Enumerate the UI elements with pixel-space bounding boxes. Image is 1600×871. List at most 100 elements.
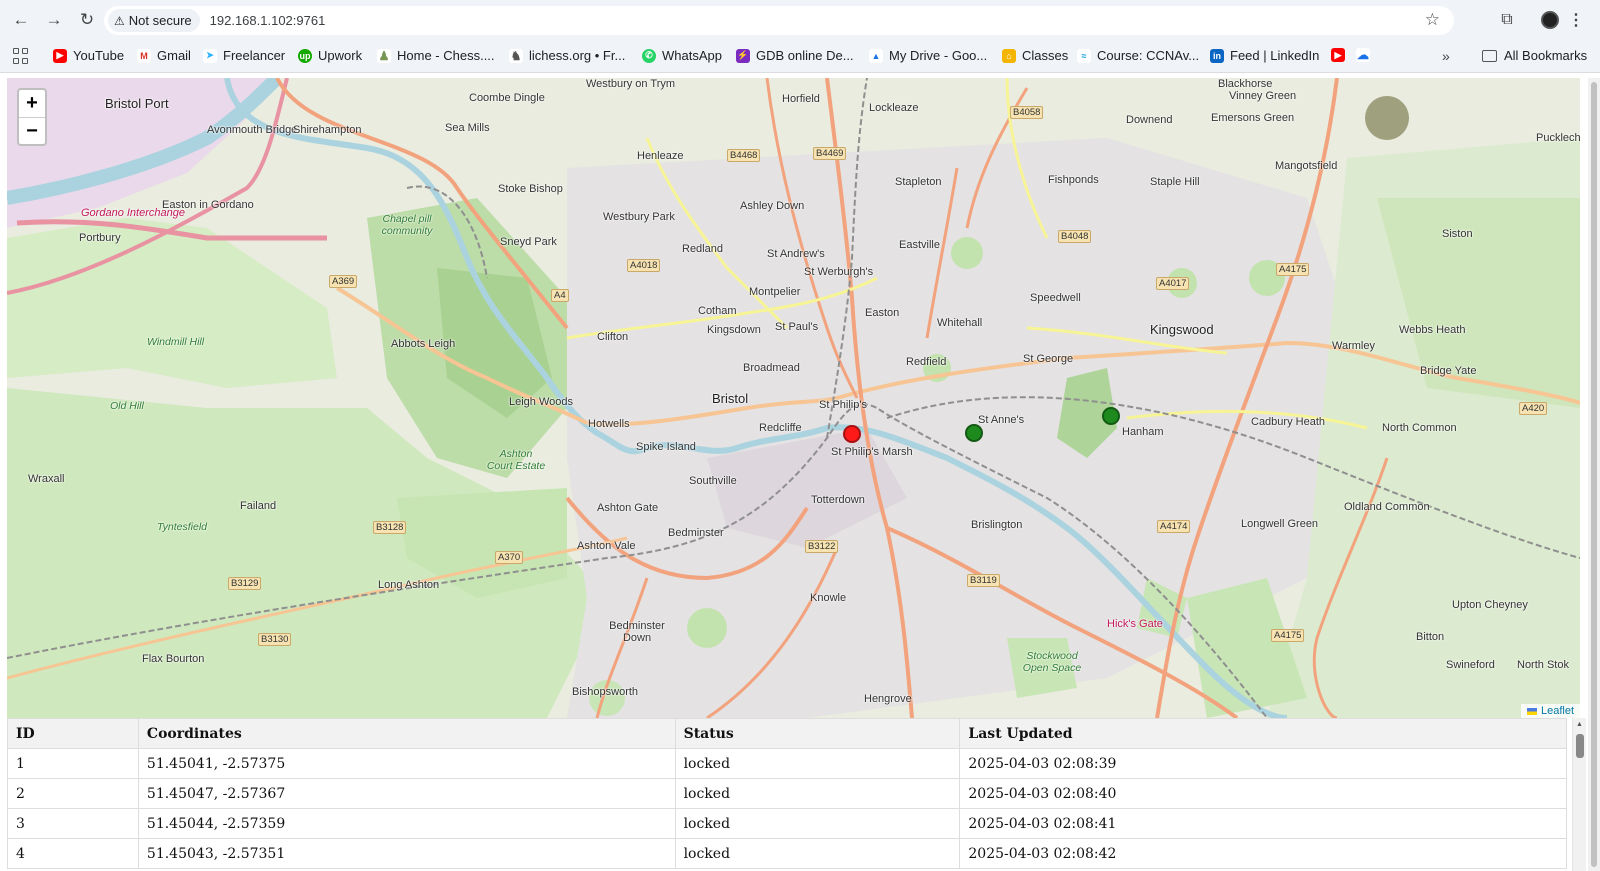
apps-grid-icon[interactable] xyxy=(13,48,29,64)
scroll-up-arrow-icon[interactable]: ▲ xyxy=(1576,721,1583,728)
place-label: St Paul's xyxy=(775,321,819,333)
place-label: Spike Island xyxy=(636,441,696,453)
zoom-out-button[interactable]: − xyxy=(19,117,45,144)
cell-status: locked xyxy=(674,748,961,779)
place-label: Gordano Interchange xyxy=(81,207,185,219)
place-label: Bristol xyxy=(712,391,749,406)
place-label: Lockleaze xyxy=(869,102,919,114)
cell-coordinates: 51.45044, -2.57359 xyxy=(137,808,676,839)
bookmark-upwork[interactable]: up Upwork xyxy=(298,48,362,63)
bookmark-star-icon[interactable]: ☆ xyxy=(1425,10,1440,30)
place-label: Knowle xyxy=(810,592,847,604)
place-label: Henleaze xyxy=(637,150,684,162)
location-marker-red[interactable] xyxy=(843,425,861,443)
bookmark-freelancer[interactable]: ➤ Freelancer xyxy=(203,48,285,63)
place-label: Sneyd Park xyxy=(500,236,557,248)
cell-id: 4 xyxy=(7,838,139,869)
place-label: Clifton xyxy=(597,331,629,343)
cloud-download-icon: ☁ xyxy=(1356,48,1370,62)
zoom-control: + − xyxy=(17,88,47,146)
url-text[interactable]: 192.168.1.102:9761 xyxy=(210,13,326,28)
location-marker-green[interactable] xyxy=(1102,407,1120,425)
map-attribution[interactable]: Leaflet xyxy=(1520,704,1580,718)
place-label: Coombe Dingle xyxy=(469,92,545,104)
bookmark-ccna[interactable]: ≈ Course: CCNAv... xyxy=(1077,48,1199,63)
place-label: Montpelier xyxy=(749,286,801,298)
address-bar[interactable]: ⚠ Not secure 192.168.1.102:9761 ☆ xyxy=(104,6,1454,35)
bookmark-gmail[interactable]: M Gmail xyxy=(137,48,191,63)
bookmark-drive[interactable]: ▲ My Drive - Goo... xyxy=(869,48,987,63)
security-label: Not secure xyxy=(128,13,192,28)
road-badge: A369 xyxy=(329,275,358,288)
road-badge: A370 xyxy=(495,551,524,564)
road-badge: B4468 xyxy=(727,149,761,162)
cell-last-updated: 2025-04-03 02:08:42 xyxy=(959,838,1567,869)
place-label: Brislington xyxy=(971,519,1023,531)
google-drive-icon: ▲ xyxy=(869,48,883,63)
browser-menu-icon[interactable]: ⋮ xyxy=(1566,5,1586,35)
cell-coordinates: 51.45043, -2.57351 xyxy=(137,838,676,869)
road-badge: A4018 xyxy=(627,259,661,272)
place-label: Siston xyxy=(1442,228,1473,240)
forward-arrow-icon[interactable]: → xyxy=(39,5,69,35)
bookmark-whatsapp[interactable]: ✆ WhatsApp xyxy=(642,48,722,63)
place-label: Westbury on Trym xyxy=(586,78,676,90)
place-label: Downend xyxy=(1126,114,1173,126)
place-label: St Philip's Marsh xyxy=(831,446,913,458)
bookmark-youtube[interactable]: ▶ YouTube xyxy=(53,48,124,63)
table-scrollbar[interactable]: ▲ xyxy=(1572,718,1586,871)
ukraine-flag-icon xyxy=(1526,707,1537,715)
page-scrollbar[interactable] xyxy=(1588,78,1600,871)
place-label: Bishopsworth xyxy=(572,686,639,698)
map-view[interactable]: Bristol Port Avonmouth Bridge Shirehampt… xyxy=(7,78,1580,718)
bookmark-youtube-2[interactable]: ▶ xyxy=(1331,48,1345,62)
extensions-icon[interactable]: ⧉ xyxy=(1492,5,1522,35)
location-marker-green[interactable] xyxy=(965,424,983,442)
cell-last-updated: 2025-04-03 02:08:39 xyxy=(959,748,1567,779)
header-last-updated: Last Updated xyxy=(959,718,1567,749)
back-arrow-icon[interactable]: ← xyxy=(6,5,36,35)
place-label: Webbs Heath xyxy=(1399,324,1466,336)
place-label: Staple Hill xyxy=(1150,176,1200,188)
cell-id: 1 xyxy=(7,748,139,779)
bookmark-classes[interactable]: ⌂ Classes xyxy=(1002,48,1068,63)
place-label: Old Hill xyxy=(110,400,144,412)
all-bookmarks-button[interactable]: All Bookmarks xyxy=(1482,48,1587,63)
place-label: Kingsdown xyxy=(707,324,761,336)
place-label: Redfield xyxy=(906,356,947,368)
bookmark-linkedin[interactable]: in Feed | LinkedIn xyxy=(1210,48,1319,63)
zoom-in-button[interactable]: + xyxy=(19,90,45,117)
bookmark-cloud[interactable]: ☁ xyxy=(1356,48,1376,62)
classroom-icon: ⌂ xyxy=(1002,48,1016,63)
bookmark-lichess[interactable]: ♞ lichess.org • Fr... xyxy=(509,48,625,63)
reload-icon[interactable]: ↻ xyxy=(72,5,102,35)
bookmark-gdb[interactable]: ⚡ GDB online De... xyxy=(736,48,854,63)
place-label: Hengrove xyxy=(864,693,912,705)
road-badge: A4175 xyxy=(1271,629,1305,642)
place-label: Mangotsfield xyxy=(1275,160,1338,172)
place-label: Totterdown xyxy=(811,494,865,506)
page-scrollbar-thumb[interactable] xyxy=(1591,82,1597,867)
more-bookmarks-chevron-icon[interactable]: » xyxy=(1442,48,1450,64)
place-label: Abbots Leigh xyxy=(391,338,456,350)
place-label: Eastville xyxy=(899,239,940,251)
place-label: Tyntesfield xyxy=(157,521,207,533)
bookmark-chess[interactable]: ♟ Home - Chess.... xyxy=(377,48,495,63)
place-label: Hanham xyxy=(1122,426,1164,438)
place-label: Horfield xyxy=(782,93,820,105)
place-label: Avonmouth Bridge xyxy=(207,124,298,136)
leaflet-link[interactable]: Leaflet xyxy=(1541,705,1574,717)
header-status: Status xyxy=(674,718,961,749)
table-scrollbar-thumb[interactable] xyxy=(1576,734,1584,758)
place-label: Long Ashton xyxy=(378,579,440,591)
warning-icon: ⚠ xyxy=(114,13,125,28)
security-chip[interactable]: ⚠ Not secure xyxy=(108,9,200,32)
place-label: Pucklechur xyxy=(1536,132,1580,144)
place-label: Vinney Green xyxy=(1229,90,1297,102)
gmail-icon: M xyxy=(137,48,151,63)
folder-icon xyxy=(1482,49,1497,62)
cell-id: 3 xyxy=(7,808,139,839)
browser-toolbar: ← → ↻ ⚠ Not secure 192.168.1.102:9761 ☆ … xyxy=(0,0,1600,40)
profile-avatar[interactable] xyxy=(1535,5,1565,35)
cell-last-updated: 2025-04-03 02:08:41 xyxy=(959,808,1567,839)
